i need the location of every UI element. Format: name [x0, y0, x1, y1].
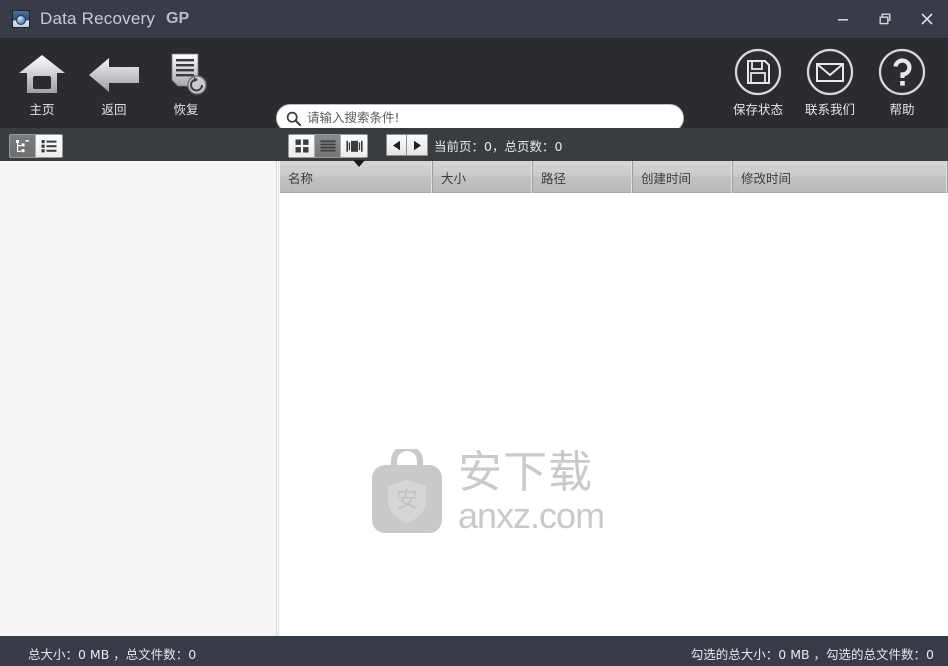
column-header-modified-time[interactable]: 修改时间 [733, 161, 948, 193]
grid-view-icon[interactable] [289, 135, 315, 157]
sub-toolbar: 当前页：0，总页数：0 [0, 128, 948, 161]
watermark-domain: anxz.com [458, 494, 605, 536]
column-header-size[interactable]: 大小 [433, 161, 533, 193]
page-info-text: 当前页：0，总页数：0 [434, 139, 563, 154]
home-button[interactable]: 主页 [6, 39, 78, 129]
disk-icon [12, 10, 30, 28]
window-title: Data Recovery [40, 9, 156, 28]
question-mark-icon [878, 48, 926, 96]
search-icon [286, 111, 301, 126]
floppy-save-icon [734, 48, 782, 96]
status-total-text: 总大小：0 MB ，总文件数：0 [28, 647, 197, 662]
watermark-text: 安下载 anxz.com [458, 446, 605, 536]
toolbar-right-group: 保存状态 联系我们 帮助 [722, 39, 938, 129]
application-window: Data Recovery GP 主页 返回 恢复 请输入搜索条件! 保存状态 … [0, 0, 948, 666]
minimize-icon[interactable] [822, 0, 864, 38]
status-selected-text: 勾选的总大小：0 MB ，勾选的总文件数：0 [690, 647, 934, 662]
help-button[interactable]: 帮助 [866, 39, 938, 129]
back-label: 返回 [101, 102, 127, 117]
back-arrow-icon [88, 50, 140, 96]
contact-us-button[interactable]: 联系我们 [794, 39, 866, 129]
toolbar-left-group: 主页 返回 恢复 [6, 39, 222, 129]
search-input[interactable] [307, 107, 667, 129]
status-bar: 总大小：0 MB ，总文件数：0 勾选的总大小：0 MB ，勾选的总文件数：0 [0, 636, 948, 666]
envelope-icon [806, 48, 854, 96]
save-state-button[interactable]: 保存状态 [722, 39, 794, 129]
shield-bag-icon: 安 [368, 444, 446, 537]
restore-icon[interactable] [864, 0, 906, 38]
list-view-icon[interactable] [36, 135, 62, 157]
watermark-chinese: 安下载 [458, 446, 593, 498]
prev-page-icon[interactable] [386, 134, 407, 156]
file-list-panel: 名称 大小 路径 创建时间 修改时间 安 安下载 anxz.com [280, 160, 948, 636]
home-icon [18, 50, 66, 96]
contact-us-label: 联系我们 [804, 102, 855, 117]
table-body[interactable]: 安 安下载 anxz.com [280, 193, 948, 636]
next-page-icon[interactable] [407, 134, 428, 156]
filmstrip-view-icon[interactable] [341, 135, 367, 157]
window-title-suffix: GP [166, 10, 190, 27]
tree-view-icon[interactable] [10, 135, 36, 157]
table-header-row: 名称 大小 路径 创建时间 修改时间 [280, 160, 948, 193]
help-label: 帮助 [889, 102, 915, 117]
list-lines-icon[interactable] [315, 135, 341, 157]
home-label: 主页 [29, 102, 55, 117]
column-header-created-time[interactable]: 创建时间 [633, 161, 733, 193]
back-button[interactable]: 返回 [78, 39, 150, 129]
recover-label: 恢复 [173, 102, 199, 117]
recover-file-icon [164, 50, 208, 96]
svg-text:安: 安 [396, 488, 418, 513]
column-header-path[interactable]: 路径 [533, 161, 633, 193]
body-area: 名称 大小 路径 创建时间 修改时间 安 安下载 anxz.com [0, 160, 948, 636]
recover-button[interactable]: 恢复 [150, 39, 222, 129]
pagination-controls [386, 134, 428, 156]
close-icon[interactable] [906, 0, 948, 38]
content-view-toggle-group [288, 134, 368, 158]
save-state-label: 保存状态 [732, 102, 783, 117]
sidebar-tree-panel[interactable] [0, 161, 277, 636]
title-bar: Data Recovery GP [0, 0, 948, 38]
panel-view-toggle-group [9, 134, 63, 158]
window-controls [822, 0, 948, 38]
watermark-logo: 安 安下载 anxz.com [368, 440, 605, 545]
column-sort-caret-icon [353, 160, 365, 167]
main-toolbar: 主页 返回 恢复 请输入搜索条件! 保存状态 联系我们 帮助 [0, 38, 948, 132]
